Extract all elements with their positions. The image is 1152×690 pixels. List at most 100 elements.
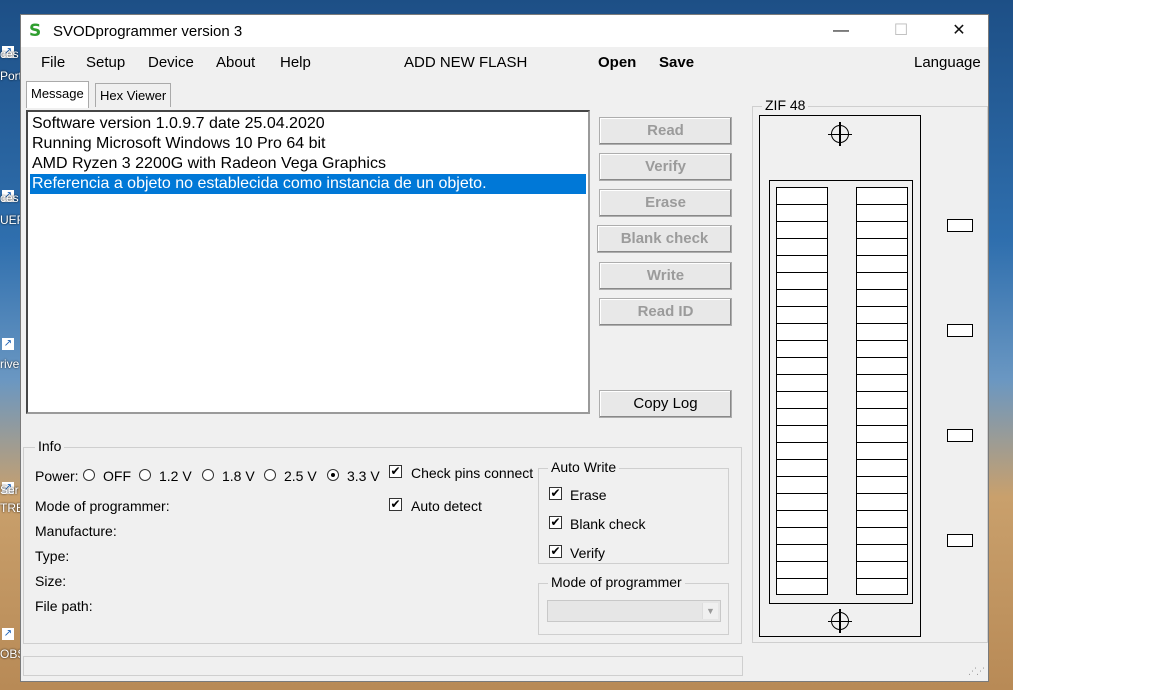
power-2v5-label[interactable]: 2.5 V bbox=[284, 468, 317, 484]
chevron-down-icon[interactable]: ▼ bbox=[702, 603, 718, 619]
zif-pin bbox=[776, 391, 828, 408]
tab-message[interactable]: Message bbox=[26, 81, 89, 108]
size-label: Size: bbox=[35, 573, 67, 589]
auto-verify-label[interactable]: Verify bbox=[570, 545, 605, 561]
zif-pin bbox=[856, 255, 908, 272]
log-line[interactable]: Running Microsoft Windows 10 Pro 64 bit bbox=[30, 134, 586, 154]
power-3v3-label[interactable]: 3.3 V bbox=[347, 468, 380, 484]
zif-pin bbox=[856, 357, 908, 374]
write-button[interactable]: Write bbox=[599, 262, 732, 290]
zif-pin bbox=[856, 425, 908, 442]
title-bar[interactable]: S SVODprogrammer version 3 — ☐ ✕ bbox=[21, 15, 988, 47]
app-window: S SVODprogrammer version 3 — ☐ ✕ File Se… bbox=[20, 14, 989, 682]
zif-pin bbox=[856, 561, 908, 578]
zif-pin bbox=[776, 578, 828, 595]
power-2v5-radio[interactable] bbox=[264, 469, 276, 481]
auto-blank-check-label[interactable]: Blank check bbox=[570, 516, 645, 532]
erase-button[interactable]: Erase bbox=[599, 189, 732, 217]
log-line[interactable]: Software version 1.0.9.7 date 25.04.2020 bbox=[30, 114, 586, 134]
zif-pin-column-right bbox=[856, 187, 908, 595]
zif-pin bbox=[856, 204, 908, 221]
auto-blank-check-checkbox[interactable]: ✔ bbox=[549, 516, 562, 529]
zif-pin bbox=[776, 289, 828, 306]
menu-setup[interactable]: Setup bbox=[86, 54, 125, 71]
menu-device[interactable]: Device bbox=[148, 54, 194, 71]
zif-pin bbox=[856, 442, 908, 459]
zif-pin bbox=[776, 204, 828, 221]
blank-check-button[interactable]: Blank check bbox=[597, 225, 732, 253]
power-1v2-radio[interactable] bbox=[139, 469, 151, 481]
close-button[interactable]: ✕ bbox=[936, 15, 982, 47]
zif-pin bbox=[776, 374, 828, 391]
zif-pin bbox=[776, 357, 828, 374]
check-pins-label[interactable]: Check pins connect bbox=[411, 465, 533, 481]
check-pins-checkbox[interactable]: ✔ bbox=[389, 465, 402, 478]
minimize-button[interactable]: — bbox=[818, 15, 864, 47]
app-logo-icon: S bbox=[29, 21, 42, 41]
zif-pin bbox=[856, 408, 908, 425]
auto-detect-checkbox[interactable]: ✔ bbox=[389, 498, 402, 511]
auto-detect-label[interactable]: Auto detect bbox=[411, 498, 482, 514]
power-1v8-label[interactable]: 1.8 V bbox=[222, 468, 255, 484]
type-label: Type: bbox=[35, 548, 70, 564]
zif-pin bbox=[856, 323, 908, 340]
log-line[interactable]: AMD Ryzen 3 2200G with Radeon Vega Graph… bbox=[30, 154, 586, 174]
zif-pin bbox=[856, 340, 908, 357]
menu-bar: File Setup Device About Help ADD NEW FLA… bbox=[21, 49, 988, 75]
menu-language[interactable]: Language bbox=[914, 54, 981, 71]
power-off-radio[interactable] bbox=[83, 469, 95, 481]
zif-pin bbox=[776, 527, 828, 544]
read-button[interactable]: Read bbox=[599, 117, 732, 145]
verify-button[interactable]: Verify bbox=[599, 153, 732, 181]
indicator-led bbox=[947, 534, 973, 547]
zif-title: ZIF 48 bbox=[762, 97, 809, 113]
zif-pin bbox=[776, 323, 828, 340]
read-id-button[interactable]: Read ID bbox=[599, 298, 732, 326]
auto-erase-label[interactable]: Erase bbox=[570, 487, 607, 503]
power-1v2-label[interactable]: 1.2 V bbox=[159, 468, 192, 484]
resize-grip-icon[interactable]: ⋰⋰ bbox=[968, 666, 985, 677]
zif-pin bbox=[776, 221, 828, 238]
indicator-led bbox=[947, 219, 973, 232]
zif-pin bbox=[776, 408, 828, 425]
maximize-button[interactable]: ☐ bbox=[878, 15, 924, 47]
copy-log-button[interactable]: Copy Log bbox=[599, 390, 732, 418]
auto-erase-checkbox[interactable]: ✔ bbox=[549, 487, 562, 500]
zif-pin bbox=[856, 459, 908, 476]
window-title: SVODprogrammer version 3 bbox=[53, 23, 243, 40]
power-off-label[interactable]: OFF bbox=[103, 468, 131, 484]
crosshair-icon bbox=[828, 609, 852, 633]
zif-pin-area bbox=[769, 180, 913, 604]
zif-pin bbox=[856, 221, 908, 238]
message-log[interactable]: Software version 1.0.9.7 date 25.04.2020… bbox=[26, 110, 590, 414]
auto-write-title: Auto Write bbox=[548, 459, 620, 475]
file-path-label: File path: bbox=[35, 598, 93, 614]
zif-pin bbox=[776, 187, 828, 204]
zif-pin bbox=[776, 544, 828, 561]
menu-save[interactable]: Save bbox=[659, 54, 694, 71]
zif-pin bbox=[776, 272, 828, 289]
mode-of-programmer-select[interactable]: ▼ bbox=[547, 600, 721, 622]
zif-pin bbox=[856, 289, 908, 306]
menu-open[interactable]: Open bbox=[598, 54, 636, 71]
menu-add-new-flash[interactable]: ADD NEW FLASH bbox=[404, 54, 527, 71]
log-line-selected[interactable]: Referencia a objeto no establecida como … bbox=[30, 174, 586, 194]
indicator-led bbox=[947, 429, 973, 442]
zif-pin bbox=[776, 493, 828, 510]
shortcut-arrow-icon: ↗ bbox=[2, 338, 14, 350]
zif-pin bbox=[776, 425, 828, 442]
power-3v3-radio[interactable] bbox=[327, 469, 339, 481]
mode-of-programmer-title: Mode of programmer bbox=[548, 574, 685, 590]
power-1v8-radio[interactable] bbox=[202, 469, 214, 481]
zif-pin bbox=[856, 493, 908, 510]
menu-file[interactable]: File bbox=[41, 54, 65, 71]
tab-hex-viewer[interactable]: Hex Viewer bbox=[95, 83, 172, 107]
zif-pin bbox=[856, 510, 908, 527]
auto-verify-checkbox[interactable]: ✔ bbox=[549, 545, 562, 558]
zif-pin bbox=[856, 578, 908, 595]
zif-pin bbox=[856, 238, 908, 255]
zif-pin bbox=[856, 544, 908, 561]
menu-about[interactable]: About bbox=[216, 54, 255, 71]
menu-help[interactable]: Help bbox=[280, 54, 311, 71]
zif-pin bbox=[856, 306, 908, 323]
